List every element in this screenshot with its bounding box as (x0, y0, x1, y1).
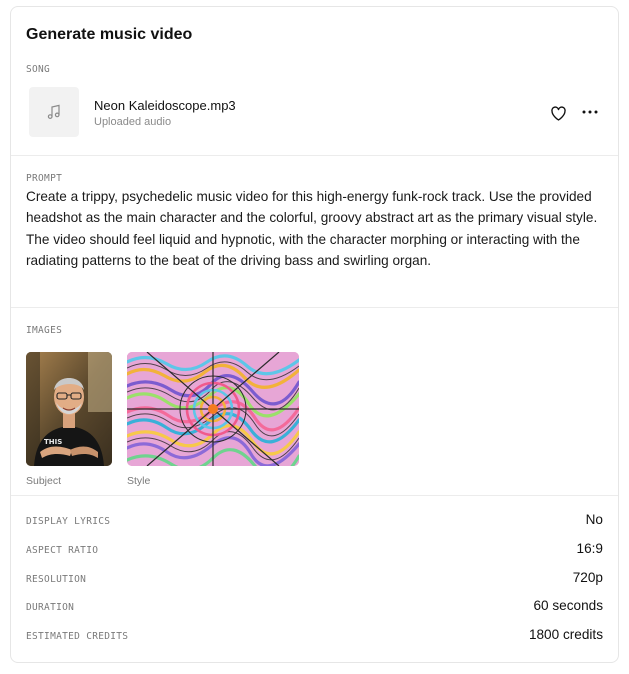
card-title: Generate music video (26, 26, 193, 43)
divider (11, 155, 618, 156)
images-section-label: IMAGES (26, 325, 63, 336)
generate-music-video-card: Generate music video SONG Neon Kaleidosc… (10, 6, 619, 663)
resolution-value: 720p (572, 570, 603, 585)
estimated-credits-label: ESTIMATED CREDITS (26, 631, 129, 642)
display-lyrics-label: DISPLAY LYRICS (26, 516, 111, 527)
song-section-label: SONG (26, 64, 51, 75)
divider (11, 495, 618, 496)
aspect-ratio-label: ASPECT RATIO (26, 545, 99, 556)
aspect-ratio-value: 16:9 (576, 541, 603, 556)
duration-value: 60 seconds (533, 598, 603, 613)
style-artwork (127, 352, 299, 466)
prompt-text: Create a trippy, psychedelic music video… (26, 189, 598, 269)
subject-image-label: Subject (26, 475, 62, 487)
resolution-label: RESOLUTION (26, 574, 87, 585)
style-image[interactable] (127, 352, 299, 466)
song-subtitle: Uploaded audio (94, 116, 172, 128)
subject-photo: THIS (26, 352, 112, 466)
more-options-button[interactable] (579, 103, 601, 121)
song-file-name: Neon Kaleidoscope.mp3 (94, 98, 236, 113)
song-thumbnail (29, 87, 79, 137)
heart-icon (550, 105, 566, 121)
prompt-section-label: PROMPT (26, 173, 63, 184)
estimated-credits-value: 1800 credits (528, 627, 603, 642)
divider (11, 307, 618, 308)
favorite-button[interactable] (548, 104, 568, 122)
shirt-text: THIS (44, 438, 62, 446)
more-horizontal-icon (582, 110, 598, 114)
duration-label: DURATION (26, 602, 75, 613)
subject-image[interactable]: THIS (26, 352, 112, 466)
style-image-label: Style (127, 475, 151, 487)
display-lyrics-value: No (585, 512, 603, 527)
music-note-icon (47, 104, 60, 120)
